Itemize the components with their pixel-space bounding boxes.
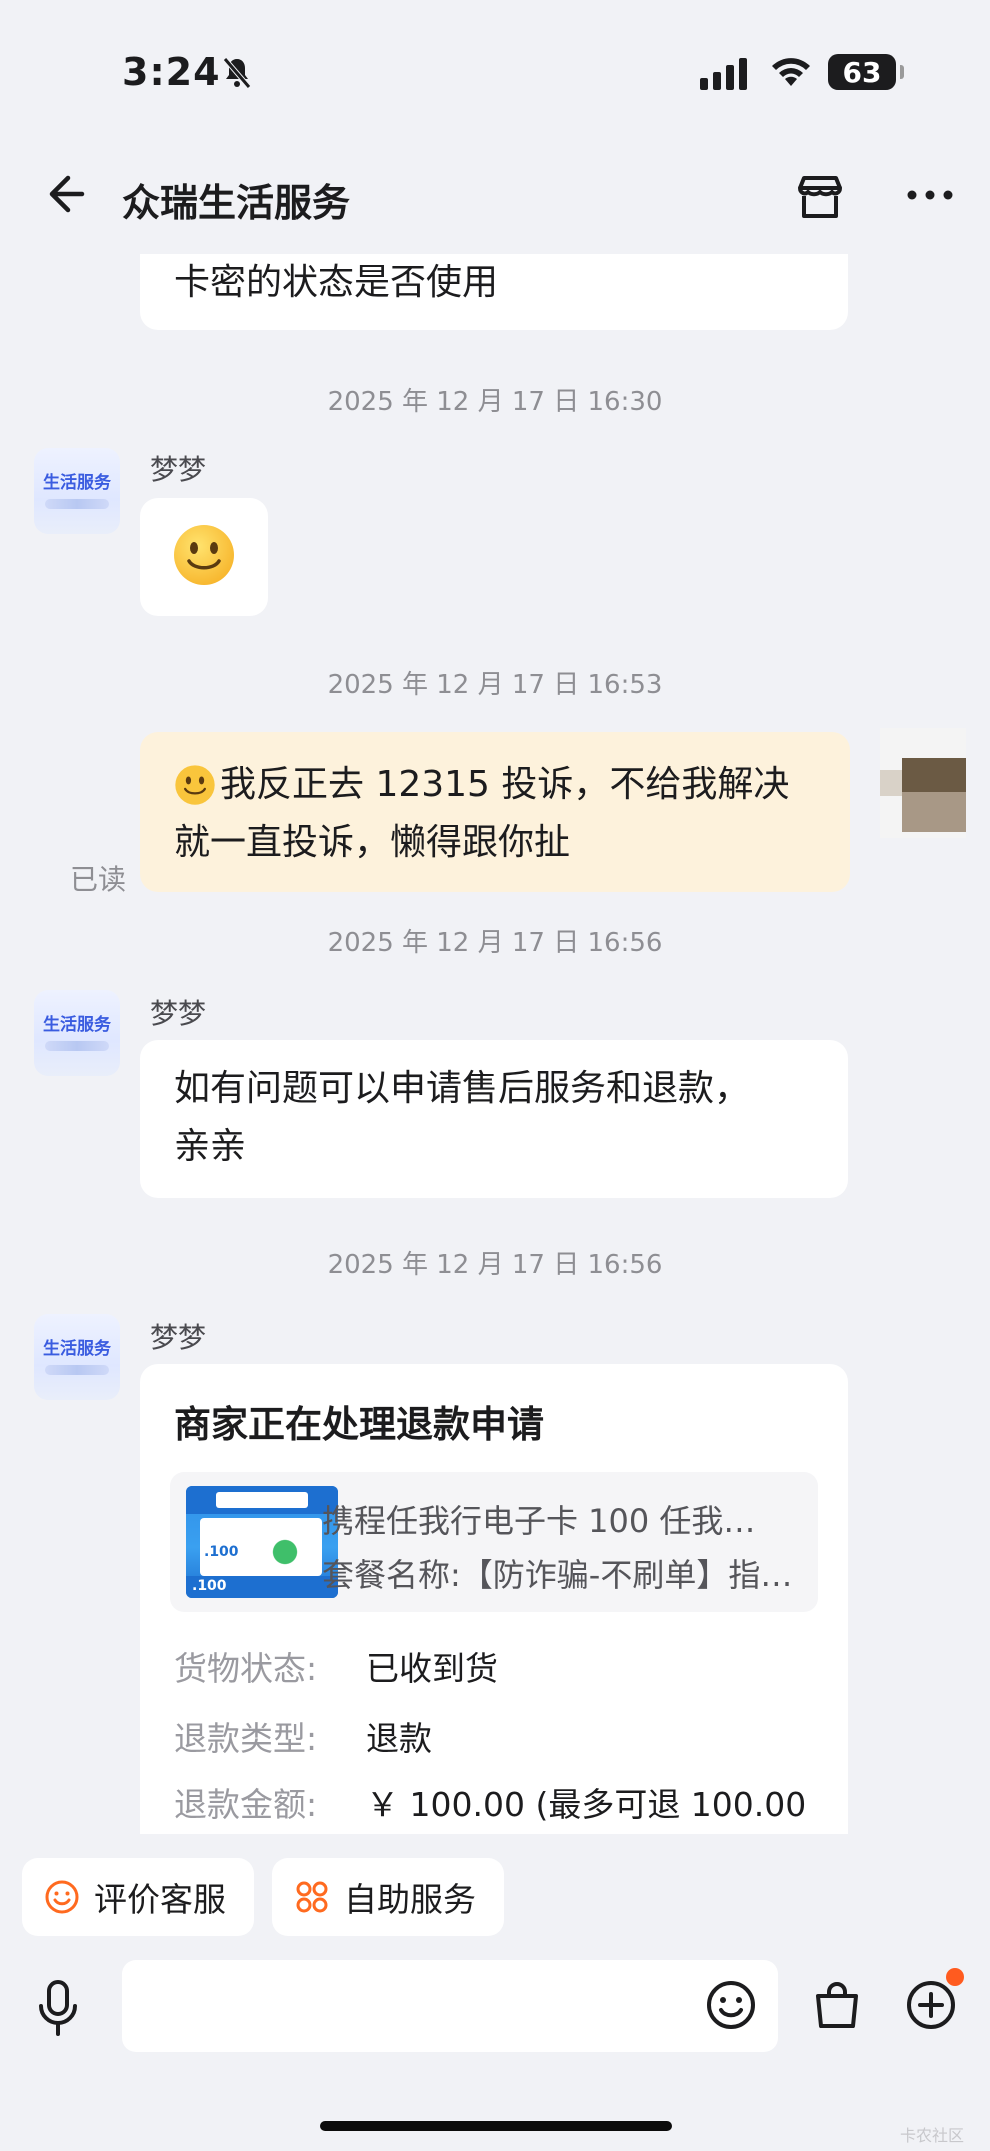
smile-icon (45, 1880, 79, 1914)
watermark: 卡农社区 (900, 2126, 965, 2145)
signal-icon (700, 58, 747, 90)
user-avatar[interactable] (880, 728, 966, 838)
message-text: 我反正去 12315 投诉，不给我解决 (220, 764, 790, 805)
home-indicator (320, 2121, 672, 2131)
notification-dot (946, 1968, 964, 1986)
shopping-bag-icon[interactable] (810, 1978, 864, 2032)
smile-emoji-icon (175, 765, 215, 805)
timestamp: 2025 年 12 月 17 日 16:53 (327, 670, 663, 700)
refund-order-card[interactable]: 商家正在处理退款申请 .100.100 携程任我行电子卡 100 任我… 套餐名… (140, 1364, 848, 1834)
refund-type-label: 退款类型: (174, 1719, 318, 1758)
message-input[interactable] (122, 1960, 778, 2052)
sender-name: 梦梦 (150, 1321, 207, 1354)
bell-muted-icon (223, 57, 251, 89)
message-text: 亲亲 (174, 1126, 247, 1167)
avatar-label: 生活服务 (43, 472, 111, 493)
page-title: 众瑞生活服务 (122, 181, 351, 225)
refund-type-value: 退款 (366, 1719, 432, 1758)
grid-icon (296, 1881, 328, 1913)
avatar[interactable]: 生活服务 (34, 1314, 120, 1400)
battery-indicator: 63 (828, 54, 904, 90)
smile-emoji-icon (174, 525, 234, 585)
timestamp: 2025 年 12 月 17 日 16:30 (327, 387, 663, 417)
timestamp: 2025 年 12 月 17 日 16:56 (327, 928, 663, 958)
product-package: 套餐名称:【防诈骗-不刷单】指… (322, 1556, 793, 1594)
message-text: 就一直投诉，懒得跟你扯 (174, 822, 571, 863)
goods-status-label: 货物状态: (174, 1649, 318, 1688)
avatar-label: 生活服务 (43, 1338, 111, 1359)
sender-name: 梦梦 (150, 453, 207, 486)
message-bubble-outgoing[interactable]: 我反正去 12315 投诉，不给我解决 就一直投诉，懒得跟你扯 (140, 732, 850, 892)
message-bubble: 卡密的状态是否使用 (140, 254, 848, 330)
goods-status-value: 已收到货 (366, 1649, 498, 1688)
card-title: 商家正在处理退款申请 (174, 1403, 544, 1446)
avatar[interactable]: 生活服务 (34, 448, 120, 534)
product-thumbnail: .100.100 (186, 1486, 338, 1598)
avatar-label: 生活服务 (43, 1014, 111, 1035)
read-receipt: 已读 (70, 863, 127, 896)
back-arrow-icon[interactable] (38, 168, 90, 220)
message-bubble[interactable] (140, 498, 268, 616)
message-text: 卡密的状态是否使用 (174, 262, 499, 303)
emoji-button-icon[interactable] (704, 1978, 758, 2032)
avatar[interactable]: 生活服务 (34, 990, 120, 1076)
refund-amount-value: ￥ 100.00 (最多可退 100.00 (366, 1785, 807, 1824)
refund-amount-label: 退款金额: (174, 1785, 318, 1824)
message-text: 如有问题可以申请售后服务和退款， (174, 1068, 751, 1109)
timestamp: 2025 年 12 月 17 日 16:56 (327, 1250, 663, 1280)
microphone-icon[interactable] (34, 1978, 82, 2038)
sender-name: 梦梦 (150, 997, 207, 1030)
add-circle-icon[interactable] (904, 1978, 958, 2032)
wifi-icon (772, 58, 810, 86)
more-icon[interactable] (904, 180, 956, 210)
product-row[interactable]: .100.100 携程任我行电子卡 100 任我… 套餐名称:【防诈骗-不刷单】… (170, 1472, 818, 1612)
message-bubble[interactable]: 如有问题可以申请售后服务和退款， 亲亲 (140, 1040, 848, 1198)
self-service-label: 自助服务 (344, 1880, 476, 1919)
store-icon[interactable] (794, 170, 846, 222)
rate-agent-label: 评价客服 (94, 1880, 226, 1919)
rate-agent-button[interactable]: 评价客服 (22, 1858, 254, 1936)
product-name: 携程任我行电子卡 100 任我… (322, 1502, 756, 1540)
self-service-button[interactable]: 自助服务 (272, 1858, 504, 1936)
status-time: 3:24 (122, 50, 221, 94)
